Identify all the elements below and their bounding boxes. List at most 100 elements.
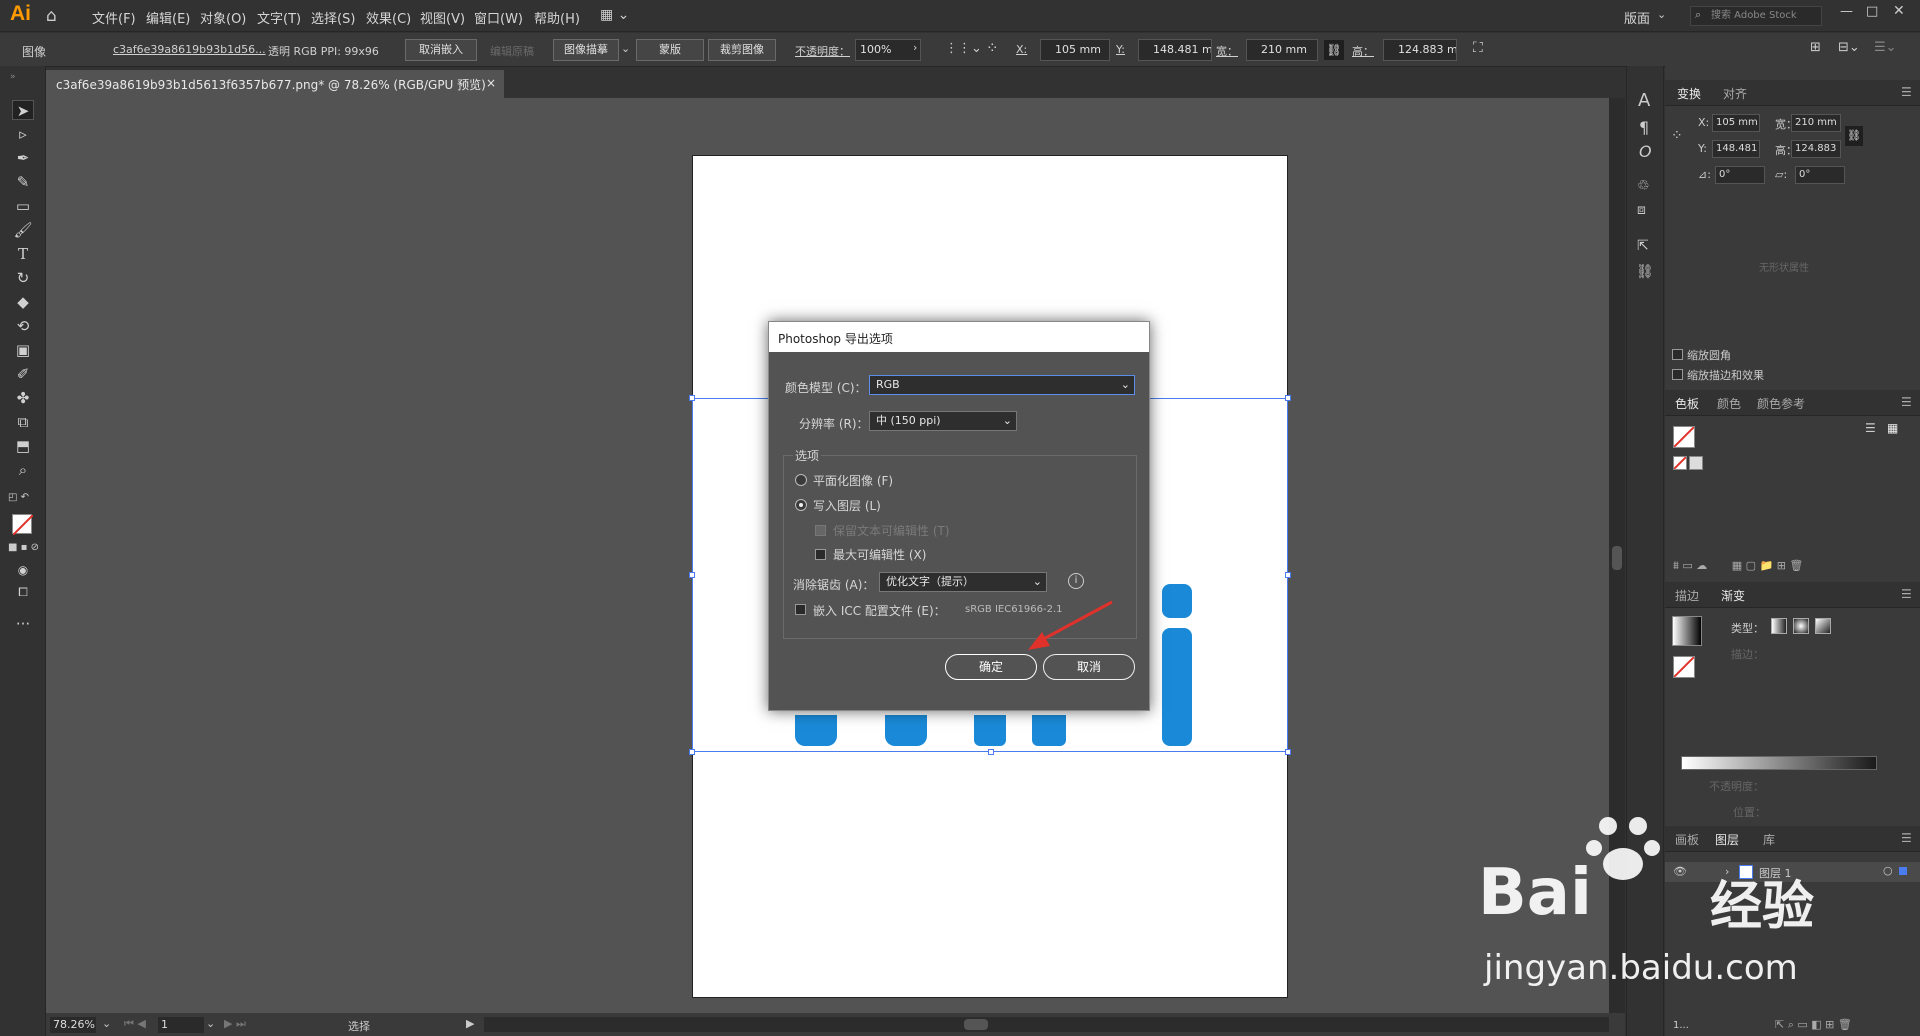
rectangle-tool-icon[interactable]: ▭ [12, 196, 34, 216]
workspace-switcher[interactable]: 版面 [1624, 8, 1650, 27]
home-icon[interactable]: ⌂ [46, 6, 57, 26]
resolution-select[interactable]: 中 (150 ppi) ⌄ [869, 411, 1017, 431]
paintbrush-tool-icon[interactable]: 🖌 [12, 220, 34, 240]
zoom-dropdown-icon[interactable]: ⌄ [102, 1017, 111, 1030]
linked-file-name[interactable]: c3af6e39a8619b93b1d56... [113, 43, 266, 56]
rotate-angle-input[interactable]: 0° [1715, 166, 1765, 184]
reference-point-icon[interactable]: ⁘ [986, 39, 999, 57]
pen-tool-icon[interactable]: ✒ [12, 148, 34, 168]
menu-window[interactable]: 窗口(W) [474, 8, 523, 27]
transform-y-input[interactable]: 148.481 r [1712, 140, 1760, 158]
link-proportions-icon[interactable]: ⛓ [1324, 40, 1344, 60]
horizontal-scroll-thumb[interactable] [964, 1019, 988, 1030]
image-trace-dropdown-icon[interactable]: ⌄ [621, 42, 630, 55]
tab-stroke[interactable]: 描边 [1675, 587, 1699, 604]
tab-align[interactable]: 对齐 [1723, 85, 1747, 102]
align-icon[interactable]: ⊟⌄ [1838, 40, 1860, 55]
artboard-tool-icon[interactable]: ⬒ [12, 436, 34, 456]
flatten-radio[interactable] [795, 474, 807, 486]
close-tab-icon[interactable]: × [486, 76, 496, 90]
width-input[interactable]: 210 mm [1246, 39, 1318, 61]
image-trace-button[interactable]: 图像描摹 [553, 39, 619, 61]
screen-mode-icon[interactable]: ⧠ [12, 582, 34, 602]
max-editability-checkbox[interactable] [815, 549, 826, 560]
x-input[interactable]: 105 mm [1040, 39, 1110, 61]
shape-builder-tool-icon[interactable]: ⧉ [12, 412, 34, 432]
tab-artboards[interactable]: 画板 [1675, 831, 1699, 848]
blend-tool-icon[interactable]: ✤ [12, 388, 34, 408]
vertical-scroll-thumb[interactable] [1612, 546, 1622, 570]
unembed-button[interactable]: 取消嵌入 [405, 39, 477, 61]
links-panel-icon[interactable]: ⛓ [1636, 264, 1654, 280]
stock-search-input[interactable]: 搜索 Adobe Stock [1690, 6, 1822, 26]
maximize-button[interactable]: □ [1866, 4, 1878, 19]
scale-strokes-checkbox[interactable] [1672, 369, 1683, 380]
arrange-icon[interactable]: ⊞ [1810, 40, 1821, 55]
layers-panel-menu-icon[interactable]: ☰ [1901, 831, 1912, 845]
tab-swatches[interactable]: 色板 [1675, 395, 1699, 412]
gradient-stroke-swatch[interactable] [1673, 656, 1695, 678]
handle-middle-left[interactable] [689, 572, 695, 578]
layer-visibility-icon[interactable]: 👁 [1673, 865, 1687, 878]
fill-swatch[interactable] [12, 514, 34, 536]
artboard-number-input[interactable]: 1 [158, 1017, 204, 1033]
menu-type[interactable]: 文字(T) [257, 8, 301, 27]
handle-bottom-center[interactable] [988, 749, 994, 755]
menu-view[interactable]: 视图(V) [420, 8, 465, 27]
tab-gradient[interactable]: 渐变 [1721, 587, 1745, 604]
symbols-panel-icon[interactable]: ♲ [1637, 178, 1650, 194]
character-panel-icon[interactable]: A [1638, 90, 1650, 111]
handle-top-right[interactable] [1285, 395, 1291, 401]
last-artboard-icon[interactable]: ▶ ⏭ [224, 1017, 246, 1031]
export-panel-icon[interactable]: ⇱ [1637, 238, 1649, 254]
menu-effect[interactable]: 效果(C) [366, 8, 411, 27]
menu-file[interactable]: 文件(F) [92, 8, 136, 27]
align-grid-icon[interactable]: ⋮⋮⌄ [945, 41, 982, 56]
first-artboard-icon[interactable]: ⏮ ◀ [124, 1017, 146, 1031]
workspace-chevron-icon[interactable]: ⌄ [1657, 8, 1666, 21]
list-view-icon[interactable]: ☰ [1865, 421, 1876, 435]
tab-libraries[interactable]: 库 [1763, 831, 1775, 848]
panel-menu-icon[interactable]: ☰⌄ [1874, 40, 1897, 55]
tab-layers[interactable]: 图层 [1715, 831, 1739, 848]
radial-gradient-button[interactable] [1793, 618, 1809, 634]
draw-mode-icon[interactable]: ◉ [12, 560, 34, 580]
mask-button[interactable]: 蒙版 [636, 39, 704, 61]
opacity-input[interactable]: 100% [855, 39, 921, 61]
paragraph-panel-icon[interactable]: ¶ [1639, 118, 1649, 137]
cancel-button[interactable]: 取消 [1043, 654, 1135, 680]
handle-bottom-right[interactable] [1285, 749, 1291, 755]
transform-w-input[interactable]: 210 mm [1791, 114, 1841, 132]
write-layers-radio[interactable] [795, 499, 807, 511]
tab-color[interactable]: 颜色 [1717, 395, 1741, 412]
rotate-tool-icon[interactable]: ↻ [12, 268, 34, 288]
preserve-text-checkbox[interactable] [815, 525, 826, 536]
layers-footer-icons[interactable]: ⇱ ⌕ ▭ ◧ ⊞ 🗑 [1775, 1018, 1852, 1032]
menu-edit[interactable]: 编辑(E) [146, 8, 190, 27]
embed-icc-checkbox[interactable] [795, 604, 806, 615]
handle-top-left[interactable] [689, 395, 695, 401]
direct-selection-tool-icon[interactable]: ▹ [12, 124, 34, 144]
menu-object[interactable]: 对象(O) [200, 8, 246, 27]
status-menu-icon[interactable]: ▶ [466, 1017, 474, 1030]
default-colors-icon[interactable]: ◰ ↶ [8, 492, 29, 503]
selection-tool-icon[interactable]: ➤ [12, 100, 34, 120]
reference-point-locator-icon[interactable]: ⁘ [1671, 128, 1683, 144]
transform-h-input[interactable]: 124.883 r [1791, 140, 1841, 158]
more-tools-icon[interactable]: ··· [12, 614, 34, 634]
color-model-select[interactable]: RGB ⌄ [869, 375, 1135, 395]
curvature-tool-icon[interactable]: ✎ [12, 172, 34, 192]
swatch-registration[interactable] [1689, 456, 1703, 470]
freeform-gradient-button[interactable] [1815, 618, 1831, 634]
ok-button[interactable]: 确定 [945, 654, 1037, 680]
layer-target-icon[interactable]: ○ [1883, 864, 1893, 877]
eraser-tool-icon[interactable]: ◆ [12, 292, 34, 312]
transform-x-input[interactable]: 105 mm [1712, 114, 1760, 132]
artboard-dropdown-icon[interactable]: ⌄ [206, 1017, 215, 1030]
opacity-arrow-icon[interactable]: › [913, 41, 917, 54]
transform-icon[interactable]: ⛶ [1473, 40, 1483, 56]
document-tab[interactable]: c3af6e39a8619b93b1d5613f6357b677.png* @ … [46, 70, 504, 98]
edit-original-button[interactable]: 编辑原稿 [490, 43, 534, 59]
shear-angle-input[interactable]: 0° [1795, 166, 1845, 184]
color-mode-icon[interactable]: ■ ▪ ⊘ [8, 542, 39, 553]
